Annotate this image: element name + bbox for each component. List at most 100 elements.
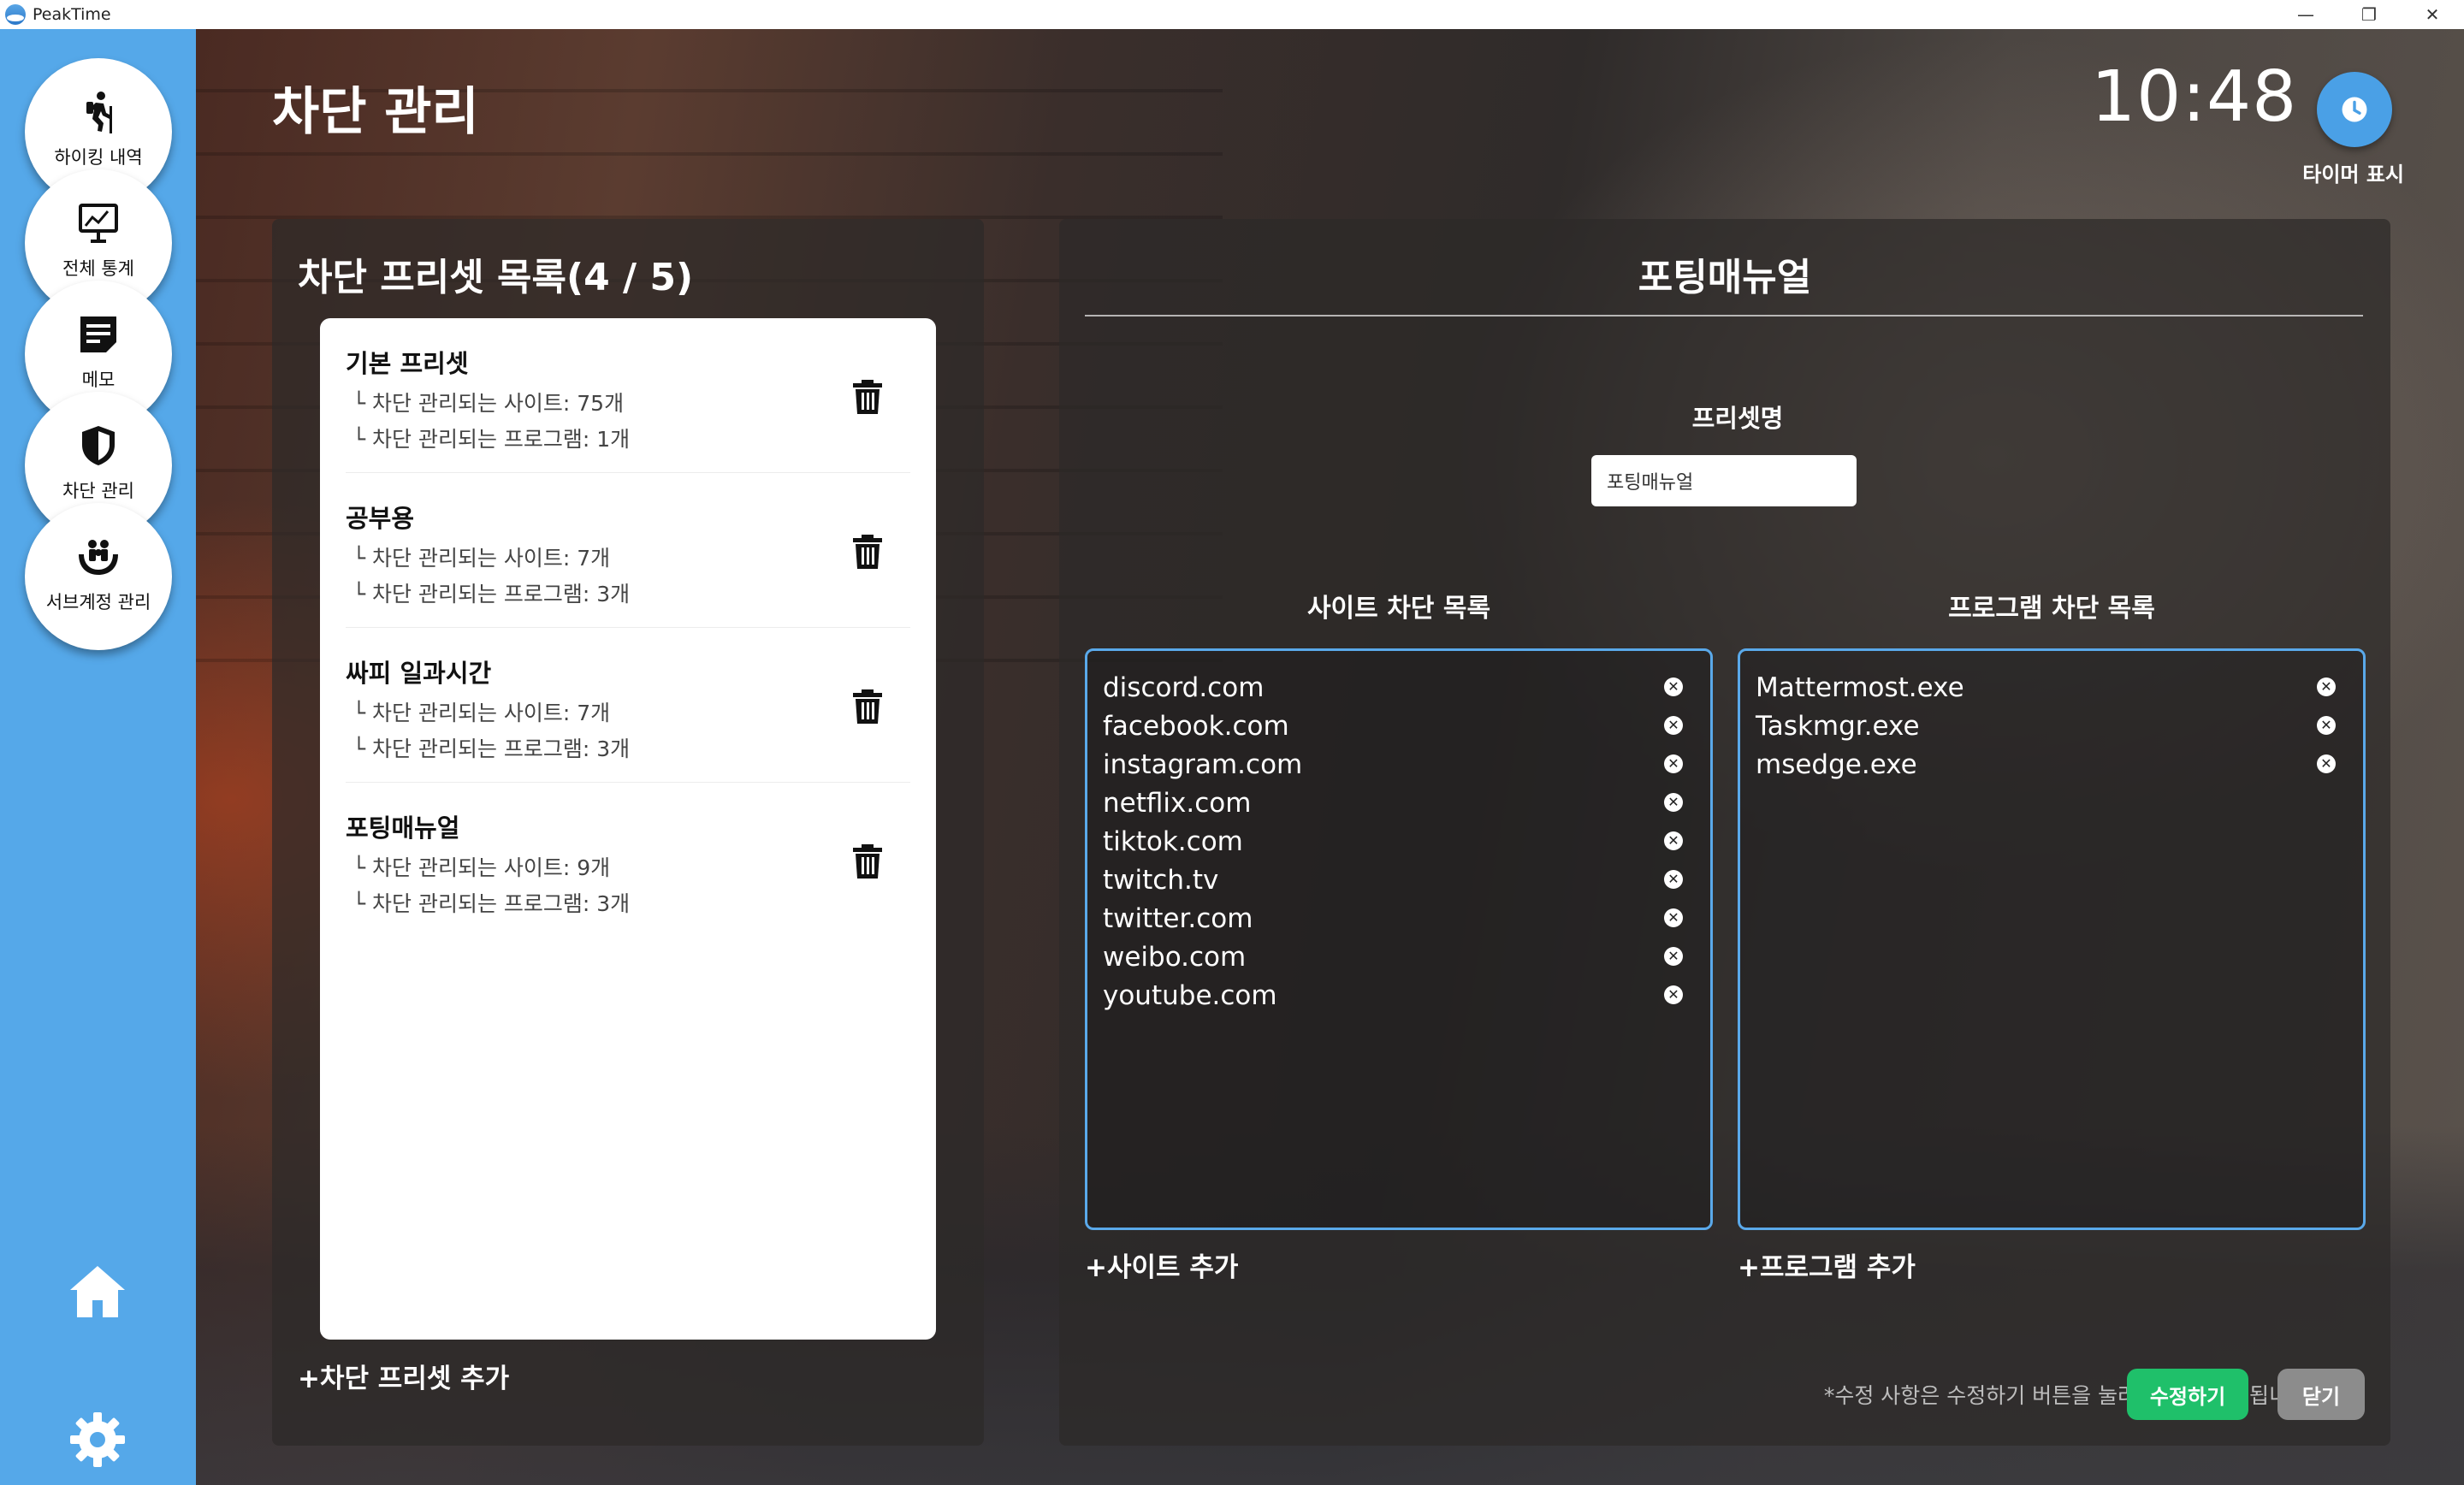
app-name: PeakTime [33, 5, 111, 24]
restore-button[interactable]: ❐ [2337, 0, 2401, 29]
site-block-list-label: 사이트 차단 목록 [1306, 594, 1491, 624]
chart-board-icon [79, 204, 118, 243]
gear-icon [70, 1412, 125, 1467]
sidebar-item-subaccount-management[interactable]: 서브계정 관리 [25, 503, 172, 650]
trash-icon[interactable] [850, 533, 885, 571]
list-item: youtube.com ✕ [1103, 976, 1695, 1015]
remove-icon[interactable]: ✕ [1664, 677, 1683, 696]
preset-name: 싸피 일과시간 [346, 659, 492, 688]
hiker-icon [86, 92, 112, 133]
trash-icon[interactable] [850, 378, 885, 416]
trash-icon[interactable] [850, 688, 885, 725]
remove-icon[interactable]: ✕ [2317, 677, 2336, 696]
preset-item[interactable]: 공부용 └ 차단 관리되는 사이트: 7개 └ 차단 관리되는 프로그램: 3개 [346, 473, 910, 628]
close-button[interactable]: 닫기 [2277, 1369, 2365, 1420]
list-item: Mattermost.exe ✕ [1756, 668, 2348, 707]
preset-name: 공부용 [346, 504, 415, 533]
trash-icon[interactable] [850, 843, 885, 880]
preset-name-label: 프리셋명 [1691, 404, 1784, 433]
preset-panel-title: 차단 프리셋 목록(4 / 5) [298, 256, 694, 299]
memo-icon [80, 317, 116, 352]
program-name: Mattermost.exe [1756, 672, 1964, 703]
preset-name: 기본 프리셋 [346, 349, 469, 378]
preset-program-count: └ 차단 관리되는 프로그램: 3개 [352, 582, 631, 606]
close-window-button[interactable]: ✕ [2401, 0, 2464, 29]
remove-icon[interactable]: ✕ [2317, 754, 2336, 773]
remove-icon[interactable]: ✕ [1664, 831, 1683, 850]
preset-name-input[interactable] [1591, 455, 1857, 506]
preset-site-count: └ 차단 관리되는 사이트: 75개 [352, 391, 625, 416]
site-name: discord.com [1103, 672, 1265, 703]
remove-icon[interactable]: ✕ [1664, 947, 1683, 966]
shield-icon [82, 426, 115, 465]
preset-list: 기본 프리셋 └ 차단 관리되는 사이트: 75개 └ 차단 관리되는 프로그램… [320, 318, 936, 1340]
site-name: weibo.com [1103, 941, 1247, 973]
preset-program-count: └ 차단 관리되는 프로그램: 1개 [352, 427, 631, 452]
divider [1085, 315, 2363, 317]
site-name: twitter.com [1103, 902, 1253, 934]
clock-icon [2342, 97, 2367, 122]
site-name: twitch.tv [1103, 864, 1219, 896]
list-item: facebook.com ✕ [1103, 707, 1695, 745]
program-name: Taskmgr.exe [1756, 710, 1920, 742]
preset-panel: 차단 프리셋 목록(4 / 5) 기본 프리셋 └ 차단 관리되는 사이트: 7… [272, 219, 984, 1446]
timer-toggle-button[interactable] [2317, 72, 2392, 147]
preset-site-count: └ 차단 관리되는 사이트: 7개 [352, 546, 611, 571]
remove-icon[interactable]: ✕ [1664, 908, 1683, 927]
remove-icon[interactable]: ✕ [1664, 985, 1683, 1004]
list-item: weibo.com ✕ [1103, 938, 1695, 976]
sidebar-item-label: 서브계정 관리 [45, 592, 151, 612]
list-item: msedge.exe ✕ [1756, 745, 2348, 784]
list-item: netflix.com ✕ [1103, 784, 1695, 822]
remove-icon[interactable]: ✕ [2317, 716, 2336, 735]
add-site-button[interactable]: +사이트 추가 [1085, 1245, 1238, 1284]
sidebar-item-label: 전체 통계 [62, 258, 134, 279]
home-button[interactable] [67, 1261, 128, 1322]
preset-name: 포팅매뉴얼 [346, 813, 460, 843]
site-block-list: discord.com ✕ facebook.com ✕ instagram.com… [1085, 648, 1713, 1230]
list-item: tiktok.com ✕ [1103, 822, 1695, 861]
program-block-list-label: 프로그램 차단 목록 [1948, 594, 2155, 624]
clock-display: 10:48 [2091, 56, 2298, 138]
remove-icon[interactable]: ✕ [1664, 716, 1683, 735]
save-button[interactable]: 수정하기 [2127, 1369, 2248, 1420]
window-controls: — ❐ ✕ [2274, 0, 2464, 29]
preset-detail-panel: 포팅매뉴얼 프리셋명 사이트 차단 목록 프로그램 차단 목록 discord.… [1059, 219, 2390, 1446]
remove-icon[interactable]: ✕ [1664, 754, 1683, 773]
sidebar-item-label: 메모 [81, 370, 116, 390]
site-name: netflix.com [1103, 787, 1252, 819]
preset-site-count: └ 차단 관리되는 사이트: 7개 [352, 701, 611, 725]
list-item: Taskmgr.exe ✕ [1756, 707, 2348, 745]
window-titlebar: PeakTime — ❐ ✕ [0, 0, 2464, 29]
list-item: twitter.com ✕ [1103, 899, 1695, 938]
sidebar-item-label: 하이킹 내역 [54, 147, 143, 168]
preset-detail-title: 포팅매뉴얼 [1638, 256, 1812, 299]
sidebar-item-label: 차단 관리 [62, 481, 134, 501]
preset-program-count: └ 차단 관리되는 프로그램: 3개 [352, 737, 631, 761]
site-name: tiktok.com [1103, 825, 1243, 857]
page-title: 차단 관리 [272, 82, 479, 142]
sidebar: 하이킹 내역 전체 통계 메모 차단 관리 서브계정 관리 [0, 29, 196, 1485]
site-name: youtube.com [1103, 979, 1277, 1011]
minimize-button[interactable]: — [2274, 0, 2337, 29]
list-item: discord.com ✕ [1103, 668, 1695, 707]
program-block-list: Mattermost.exe ✕ Taskmgr.exe ✕ msedge.exe ✕ [1738, 648, 2366, 1230]
preset-item[interactable]: 싸피 일과시간 └ 차단 관리되는 사이트: 7개 └ 차단 관리되는 프로그램… [346, 628, 910, 783]
preset-item-selected[interactable]: 포팅매뉴얼 └ 차단 관리되는 사이트: 9개 └ 차단 관리되는 프로그램: … [346, 783, 910, 938]
settings-button[interactable] [68, 1411, 127, 1469]
add-program-button[interactable]: +프로그램 추가 [1738, 1245, 1916, 1284]
family-hands-icon [79, 540, 118, 575]
add-preset-button[interactable]: +차단 프리셋 추가 [298, 1357, 509, 1395]
timer-label: 타이머 표시 [2302, 163, 2404, 186]
program-name: msedge.exe [1756, 748, 1917, 780]
preset-program-count: └ 차단 관리되는 프로그램: 3개 [352, 891, 631, 916]
preset-site-count: └ 차단 관리되는 사이트: 9개 [352, 855, 611, 880]
preset-item[interactable]: 기본 프리셋 └ 차단 관리되는 사이트: 75개 └ 차단 관리되는 프로그램… [346, 318, 910, 473]
remove-icon[interactable]: ✕ [1664, 793, 1683, 812]
list-item: twitch.tv ✕ [1103, 861, 1695, 899]
site-name: instagram.com [1103, 748, 1303, 780]
list-item: instagram.com ✕ [1103, 745, 1695, 784]
remove-icon[interactable]: ✕ [1664, 870, 1683, 889]
app-logo-icon [5, 4, 26, 25]
home-icon [70, 1266, 125, 1317]
